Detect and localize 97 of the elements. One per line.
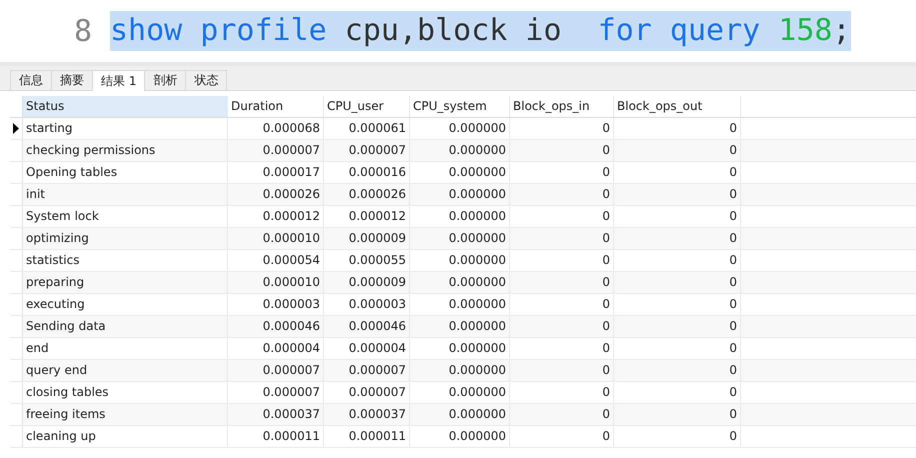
table-cell: closing tables	[23, 382, 228, 403]
table-cell: 0.000007	[324, 382, 410, 403]
table-cell: 0.000068	[228, 118, 324, 139]
table-cell: 0	[614, 404, 741, 425]
table-cell: 0.000010	[228, 228, 324, 249]
table-cell: 0	[510, 404, 614, 425]
tab[interactable]: 信息	[10, 70, 52, 90]
table-cell: 0.000003	[228, 294, 324, 315]
table-cell: statistics	[23, 250, 228, 271]
table-cell: 0	[614, 206, 741, 227]
table-cell: 0	[510, 140, 614, 161]
table-cell: 0.000007	[324, 140, 410, 161]
tab[interactable]: 状态	[185, 70, 228, 90]
table-cell: 0.000000	[410, 272, 510, 293]
table-cell: 0	[510, 294, 614, 315]
table-cell: 0.000000	[410, 206, 510, 227]
table-cell: 0	[614, 250, 741, 271]
table-cell: 0.000016	[324, 162, 410, 183]
table-cell: 0	[614, 382, 741, 403]
table-cell: 0.000012	[324, 206, 410, 227]
table-cell: 0	[510, 206, 614, 227]
table-cell: 0	[614, 360, 741, 381]
table-cell: 0.000000	[410, 316, 510, 337]
table-cell: 0.000026	[324, 184, 410, 205]
table-cell: 0	[614, 338, 741, 359]
table-cell: 0	[614, 184, 741, 205]
table-cell: 0.000000	[410, 404, 510, 425]
table-cell: 0	[614, 294, 741, 315]
table-cell: 0.000061	[324, 118, 410, 139]
table-cell: 0.000000	[410, 250, 510, 271]
table-cell: 0.000004	[228, 338, 324, 359]
table-cell: 0.000000	[410, 338, 510, 359]
table-cell: checking permissions	[23, 140, 228, 161]
table-cell: 0	[614, 140, 741, 161]
line-number: 8	[72, 14, 93, 48]
table-cell: 0	[614, 228, 741, 249]
table-cell: 0	[510, 250, 614, 271]
table-cell: 0.000003	[324, 294, 410, 315]
table-cell: 0.000010	[228, 272, 324, 293]
table-cell: 0	[614, 272, 741, 293]
table-cell: 0	[614, 118, 741, 139]
table-cell: executing	[23, 294, 228, 315]
table-cell: 0.000054	[228, 250, 324, 271]
table-cell: 0.000011	[228, 426, 324, 447]
table-cell: 0.000037	[324, 404, 410, 425]
table-cell: Sending data	[23, 316, 228, 337]
pointer-icon	[13, 123, 19, 134]
table-cell: 0.000000	[410, 426, 510, 447]
table-cell: 0.000000	[410, 118, 510, 139]
table-cell: 0.000026	[228, 184, 324, 205]
table-cell: 0	[510, 316, 614, 337]
table-cell: 0.000007	[228, 382, 324, 403]
table-cell: starting	[23, 118, 228, 139]
table-cell: 0	[614, 162, 741, 183]
table-cell: cleaning up	[23, 426, 228, 447]
table-cell: 0	[510, 184, 614, 205]
table-cell: end	[23, 338, 228, 359]
table-cell: 0.000000	[410, 382, 510, 403]
table-cell: 0	[510, 118, 614, 139]
table-cell: 0.000000	[410, 294, 510, 315]
table-cell: 0.000046	[228, 316, 324, 337]
table-cell: 0.000017	[228, 162, 324, 183]
table-cell: 0.000004	[324, 338, 410, 359]
column-header[interactable]: Status	[23, 96, 228, 117]
table-cell: 0.000009	[324, 228, 410, 249]
table-cell: 0.000007	[324, 360, 410, 381]
row-indicator[interactable]	[10, 118, 23, 139]
table-cell: 0	[510, 272, 614, 293]
table-cell: 0	[614, 316, 741, 337]
table-cell: 0.000009	[324, 272, 410, 293]
table-cell: 0.000000	[410, 184, 510, 205]
table-cell: 0.000000	[410, 228, 510, 249]
table-cell: 0.000012	[228, 206, 324, 227]
table-cell: 0.000055	[324, 250, 410, 271]
table-cell: query end	[23, 360, 228, 381]
table-cell: 0.000046	[324, 316, 410, 337]
table-cell: 0.000007	[228, 140, 324, 161]
table-cell: 0	[614, 426, 741, 447]
table-cell: 0	[510, 228, 614, 249]
table-cell: 0	[510, 360, 614, 381]
table-cell: optimizing	[23, 228, 228, 249]
table-cell: 0.000007	[228, 360, 324, 381]
table-cell: 0	[510, 338, 614, 359]
table-cell: 0	[510, 426, 614, 447]
table-cell: 0.000000	[410, 140, 510, 161]
table-cell: 0	[510, 382, 614, 403]
table-cell: preparing	[23, 272, 228, 293]
table-cell: 0.000000	[410, 162, 510, 183]
table-cell: 0.000000	[410, 360, 510, 381]
table-cell: System lock	[23, 206, 228, 227]
table-cell: Opening tables	[23, 162, 228, 183]
table-cell: 0	[510, 162, 614, 183]
table-cell: 0.000037	[228, 404, 324, 425]
table-cell: init	[23, 184, 228, 205]
table-cell: 0.000011	[324, 426, 410, 447]
table-cell: freeing items	[23, 404, 228, 425]
tab[interactable]: 结果 1	[92, 70, 146, 91]
